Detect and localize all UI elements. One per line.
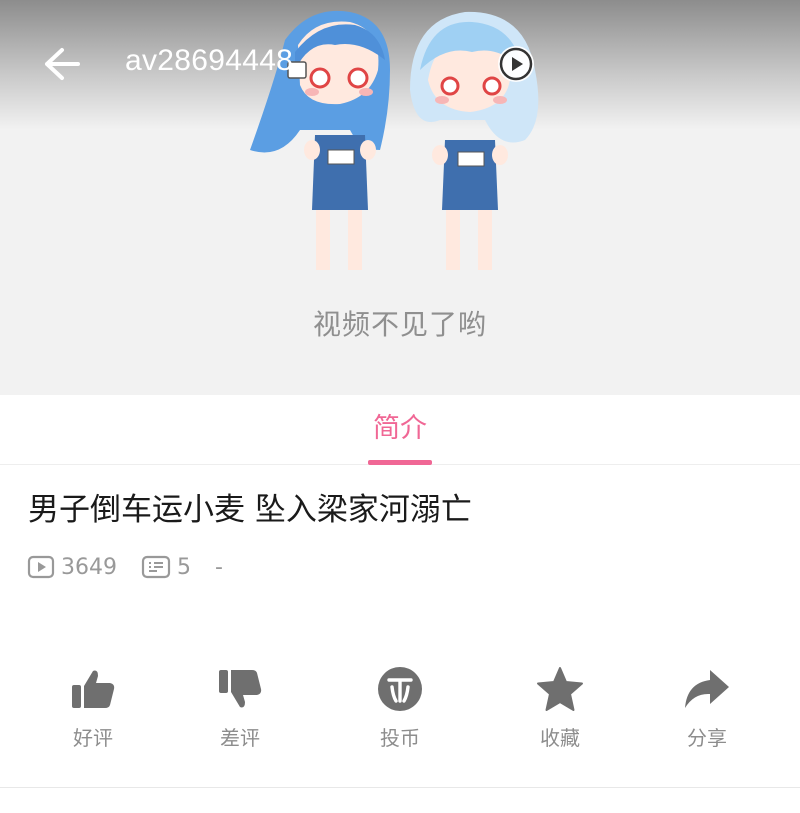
tab-intro-label: 简介 — [373, 413, 427, 444]
dislike-label: 差评 — [220, 726, 260, 750]
video-player-area[interactable]: av28694448 视频不见了哟 — [0, 0, 800, 395]
star-icon — [537, 667, 583, 711]
video-title: 男子倒车运小麦 坠入梁家河溺亡 — [28, 492, 472, 528]
arrow-left-icon — [45, 48, 80, 80]
video-missing-message: 视频不见了哟 — [312, 308, 487, 341]
play-count-icon — [27, 555, 55, 579]
share-icon — [685, 670, 729, 708]
video-av-id: av28694448 — [125, 44, 294, 77]
missing-video-mascot-illustration — [250, 10, 539, 270]
favorite-label: 收藏 — [540, 726, 580, 750]
like-button[interactable]: 好评 — [43, 662, 143, 762]
coin-button[interactable]: 投币 — [350, 662, 450, 762]
thumbs-up-icon — [72, 670, 115, 708]
view-count: 3649 — [27, 555, 117, 580]
dislike-button[interactable]: 差评 — [190, 662, 290, 762]
coin-label: 投币 — [380, 726, 420, 750]
play-icon — [499, 47, 533, 81]
thumbs-down-icon — [219, 670, 262, 708]
tab-active-indicator — [368, 460, 432, 465]
video-stats: 3649 5 - — [27, 552, 223, 582]
share-label: 分享 — [687, 726, 727, 750]
like-label: 好评 — [73, 726, 113, 750]
section-divider — [0, 787, 800, 788]
back-button[interactable] — [40, 44, 84, 84]
tab-bar: 简介 — [0, 395, 800, 465]
view-count-value: 3649 — [61, 554, 117, 580]
action-bar: 好评 差评 投币 收藏 分享 — [0, 662, 800, 772]
play-button[interactable] — [498, 46, 534, 82]
danmaku-icon — [141, 555, 171, 579]
coin-icon — [378, 667, 422, 711]
share-button[interactable]: 分享 — [657, 662, 757, 762]
tab-intro[interactable]: 简介 — [368, 409, 432, 465]
comment-count-value: 5 — [177, 554, 191, 580]
favorite-button[interactable]: 收藏 — [510, 662, 610, 762]
extra-info: - — [215, 554, 223, 580]
comment-count: 5 — [141, 555, 191, 580]
